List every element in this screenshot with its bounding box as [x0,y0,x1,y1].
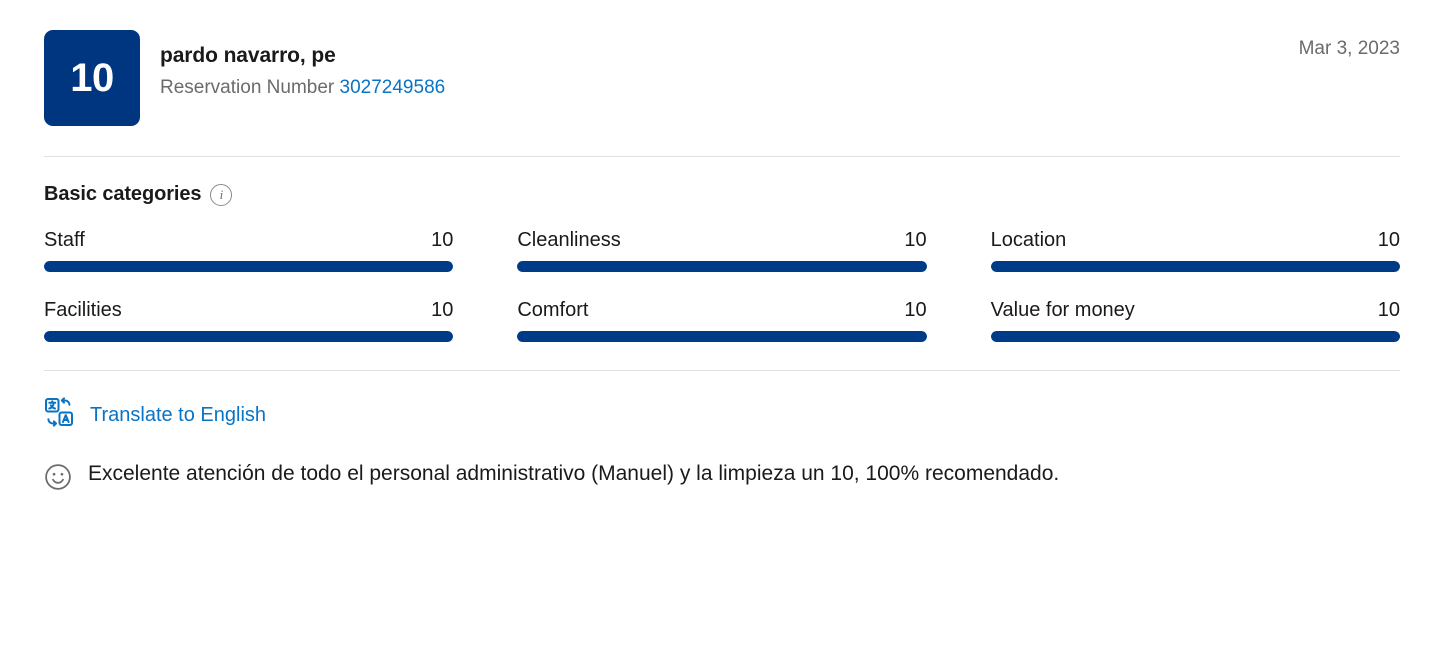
reservation-line: Reservation Number 3027249586 [160,75,1400,101]
category-label: Cleanliness [517,229,621,251]
category-score-bar-fill [990,331,1400,342]
category-label: Facilities [44,299,122,321]
category-grid: Staff 10 Cleanliness 10 Location 10 Faci… [44,228,1400,342]
translate-icon [44,397,74,432]
category-score: 10 [431,229,454,251]
category-score-bar-fill [44,261,454,272]
review-body: Excelente atención de todo el personal a… [0,432,1442,496]
category-item-value-for-money: Value for money 10 [990,298,1400,342]
category-score-bar [44,331,454,342]
guest-info-block: pardo navarro, pe Reservation Number 302… [160,30,1400,101]
info-icon[interactable]: i [210,183,233,206]
category-score-bar-fill [44,331,454,342]
guest-name: pardo navarro, pe [160,44,336,67]
category-score: 10 [904,229,927,251]
category-score-bar [44,261,454,272]
category-score: 10 [904,299,927,321]
category-label: Staff [44,229,85,251]
category-label: Comfort [517,299,589,321]
category-score: 10 [1377,229,1400,251]
smiley-face-icon [44,463,72,496]
basic-categories-header: Basic categories i [44,183,1400,206]
category-top: Cleanliness 10 [517,228,926,252]
category-top: Location 10 [991,228,1400,252]
category-score-bar [990,261,1400,272]
category-score-bar-fill [517,261,927,272]
category-label: Location [990,229,1067,251]
basic-categories-section: Basic categories i Staff 10 Cleanliness … [0,157,1442,342]
category-score-bar [990,331,1400,342]
category-score-bar-fill [990,261,1400,272]
category-item-facilities: Facilities 10 [44,298,454,342]
category-item-staff: Staff 10 [44,228,454,272]
section-title: Basic categories [44,183,202,205]
category-score-bar [517,331,927,342]
translate-label: Translate to English [90,403,267,426]
category-score-bar [517,261,927,272]
review-date: Mar 3, 2023 [1298,38,1400,59]
guest-review-card: 10 pardo navarro, pe Reservation Number … [0,0,1442,650]
category-item-location: Location 10 [990,228,1400,272]
category-top: Value for money 10 [991,298,1400,322]
category-score: 10 [1377,299,1400,321]
category-score: 10 [431,299,454,321]
review-header: 10 pardo navarro, pe Reservation Number … [0,0,1442,126]
category-item-comfort: Comfort 10 [517,298,927,342]
translate-to-english-button[interactable]: Translate to English [0,371,308,432]
category-top: Facilities 10 [44,298,453,322]
reservation-number-link[interactable]: 3027249586 [340,77,446,98]
category-top: Comfort 10 [517,298,926,322]
review-text: Excelente atención de todo el personal a… [88,462,1060,485]
reservation-number-label: Reservation Number [160,77,335,99]
review-score-badge: 10 [44,30,140,126]
category-item-cleanliness: Cleanliness 10 [517,228,927,272]
category-top: Staff 10 [44,228,453,252]
category-label: Value for money [990,299,1135,321]
category-score-bar-fill [517,331,927,342]
